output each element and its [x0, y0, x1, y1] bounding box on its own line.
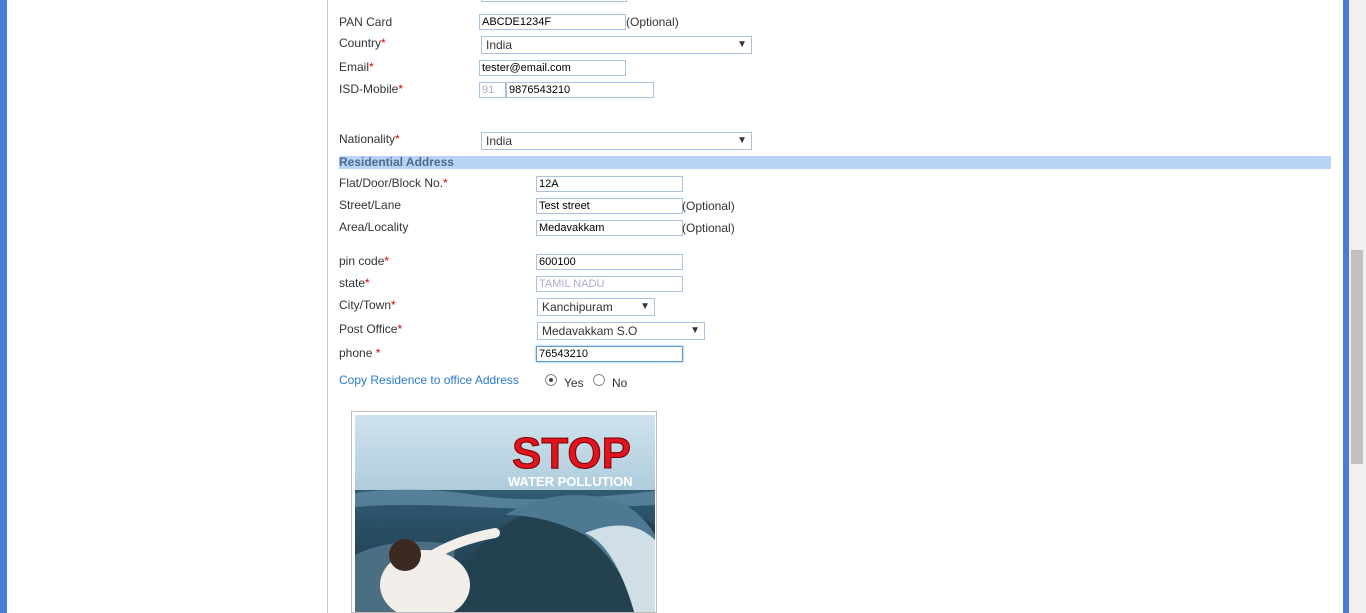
street-optional-note: (Optional) [682, 199, 735, 213]
isd-mobile-label: ISD-Mobile* [339, 82, 404, 96]
flat-input[interactable]: 12A [536, 176, 683, 192]
no-radio-icon[interactable] [593, 374, 605, 386]
post-office-selected: Medavakkam S.O [542, 324, 638, 338]
nationality-select[interactable]: India ▼ [481, 132, 752, 150]
pin-label: pin code* [339, 254, 390, 268]
city-select[interactable]: Kanchipuram ▼ [537, 298, 655, 316]
content-divider [327, 0, 328, 613]
poster-subline: WATER POLLUTION [508, 474, 633, 489]
yes-label: Yes [564, 376, 584, 390]
left-border [0, 0, 7, 613]
copy-residence-link[interactable]: Copy Residence to office Address [339, 373, 519, 387]
scrollbar-thumb[interactable] [1351, 250, 1363, 464]
nationality-selected: India [486, 134, 513, 148]
flat-label: Flat/Door/Block No.* [339, 176, 448, 190]
section-header-bar [339, 156, 1331, 169]
phone-input[interactable]: 76543210 [536, 346, 683, 362]
poster-headline: STOP [512, 429, 631, 478]
chevron-down-icon: ▼ [690, 325, 700, 336]
email-label: Email* [339, 60, 374, 74]
mobile-input[interactable]: 9876543210 [506, 82, 654, 98]
nationality-label: Nationality* [339, 132, 400, 146]
country-select[interactable]: India ▼ [481, 36, 752, 54]
street-input[interactable]: Test street [536, 198, 683, 214]
post-office-label: Post Office* [339, 322, 403, 336]
city-label: City/Town* [339, 298, 396, 312]
water-pollution-poster: STOP WATER POLLUTION [351, 411, 657, 613]
no-label: No [612, 376, 628, 390]
state-input[interactable]: TAMIL NADU [536, 276, 683, 292]
area-optional-note: (Optional) [682, 221, 735, 235]
pan-input[interactable]: ABCDE1234F [479, 14, 626, 30]
city-selected: Kanchipuram [542, 300, 613, 314]
residential-address-title: Residential Address [339, 155, 454, 169]
isd-code-input[interactable]: 91 [479, 82, 506, 98]
partial-field-top [481, 0, 627, 2]
yes-radio-icon[interactable] [545, 374, 557, 386]
post-office-select[interactable]: Medavakkam S.O ▼ [537, 322, 705, 340]
pan-optional-note: (Optional) [626, 15, 679, 29]
area-label: Area/Locality [339, 220, 409, 234]
phone-label: phone * [339, 346, 381, 360]
street-label: Street/Lane [339, 198, 402, 212]
country-label: Country* [339, 36, 386, 50]
email-input[interactable]: tester@email.com [479, 60, 626, 76]
area-input[interactable]: Medavakkam [536, 220, 683, 236]
pan-label: PAN Card [339, 15, 393, 29]
vertical-scrollbar[interactable] [1349, 0, 1366, 613]
state-label: state* [339, 276, 370, 290]
chevron-down-icon: ▼ [737, 135, 747, 146]
chevron-down-icon: ▼ [640, 301, 650, 312]
country-selected: India [486, 38, 513, 52]
pin-input[interactable]: 600100 [536, 254, 683, 270]
chevron-down-icon: ▼ [737, 39, 747, 50]
poster-image: STOP WATER POLLUTION [355, 415, 655, 612]
